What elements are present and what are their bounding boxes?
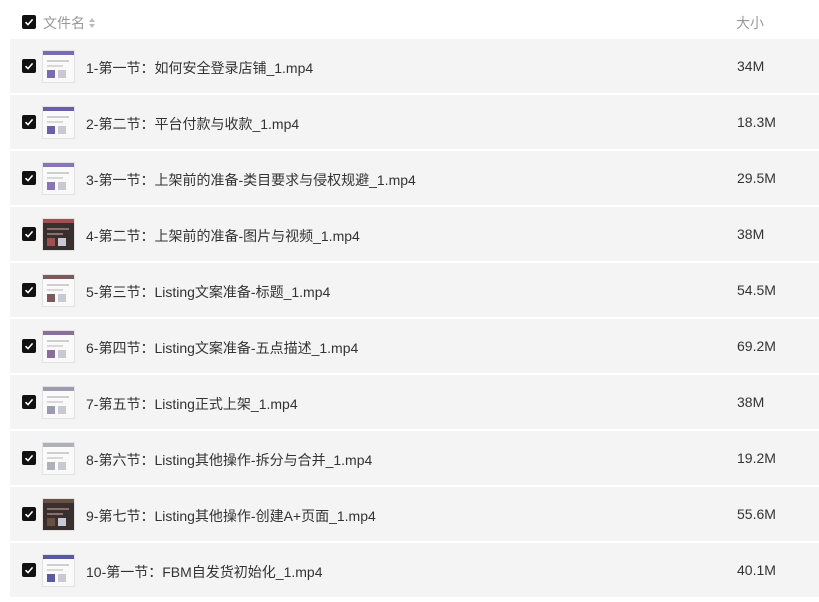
check-icon xyxy=(24,18,34,26)
file-row[interactable]: 8-第六节：Listing其他操作-拆分与合并_1.mp4 19.2M xyxy=(10,431,819,485)
file-name[interactable]: 2-第二节：平台付款与收款_1.mp4 xyxy=(86,114,299,134)
video-thumbnail[interactable] xyxy=(42,554,75,587)
file-checkbox[interactable] xyxy=(22,227,36,241)
file-row[interactable]: 6-第四节：Listing文案准备-五点描述_1.mp4 69.2M xyxy=(10,319,819,373)
thumbnail-bar xyxy=(43,107,74,111)
file-size: 38M xyxy=(737,226,765,242)
thumbnail-bar xyxy=(43,275,74,279)
file-row[interactable]: 5-第三节：Listing文案准备-标题_1.mp4 54.5M xyxy=(10,263,819,317)
video-thumbnail[interactable] xyxy=(42,386,75,419)
video-thumbnail[interactable] xyxy=(42,498,75,531)
video-thumbnail[interactable] xyxy=(42,442,75,475)
thumbnail-bar xyxy=(43,219,74,223)
file-checkbox[interactable] xyxy=(22,395,36,409)
video-thumbnail[interactable] xyxy=(42,162,75,195)
file-row[interactable]: 3-第一节：上架前的准备-类目要求与侵权规避_1.mp4 29.5M xyxy=(10,151,819,205)
select-all-checkbox[interactable] xyxy=(22,15,36,29)
check-icon xyxy=(24,174,34,182)
video-thumbnail[interactable] xyxy=(42,218,75,251)
file-checkbox[interactable] xyxy=(22,563,36,577)
file-checkbox[interactable] xyxy=(22,59,36,73)
file-size: 29.5M xyxy=(737,170,776,186)
sort-icon[interactable] xyxy=(88,17,96,29)
file-checkbox[interactable] xyxy=(22,451,36,465)
check-icon xyxy=(24,566,34,574)
file-checkbox[interactable] xyxy=(22,115,36,129)
video-thumbnail[interactable] xyxy=(42,50,75,83)
file-checkbox[interactable] xyxy=(22,283,36,297)
thumbnail-bar xyxy=(43,443,74,447)
file-row[interactable]: 1-第一节：如何安全登录店铺_1.mp4 34M xyxy=(10,39,819,93)
check-icon xyxy=(24,118,34,126)
thumbnail-bar xyxy=(43,51,74,55)
file-row[interactable]: 7-第五节：Listing正式上架_1.mp4 38M xyxy=(10,375,819,429)
file-name[interactable]: 6-第四节：Listing文案准备-五点描述_1.mp4 xyxy=(86,338,358,358)
file-name[interactable]: 10-第一节：FBM自发货初始化_1.mp4 xyxy=(86,562,322,582)
column-name-label: 文件名 xyxy=(43,15,85,31)
check-icon xyxy=(24,286,34,294)
thumbnail-bar xyxy=(43,387,74,391)
check-icon xyxy=(24,454,34,462)
file-row[interactable]: 9-第七节：Listing其他操作-创建A+页面_1.mp4 55.6M xyxy=(10,487,819,541)
file-name[interactable]: 1-第一节：如何安全登录店铺_1.mp4 xyxy=(86,58,313,78)
file-size: 55.6M xyxy=(737,506,776,522)
file-name[interactable]: 9-第七节：Listing其他操作-创建A+页面_1.mp4 xyxy=(86,506,376,526)
file-size: 69.2M xyxy=(737,338,776,354)
file-name[interactable]: 3-第一节：上架前的准备-类目要求与侵权规避_1.mp4 xyxy=(86,170,416,190)
video-thumbnail[interactable] xyxy=(42,274,75,307)
file-name[interactable]: 8-第六节：Listing其他操作-拆分与合并_1.mp4 xyxy=(86,450,372,470)
thumbnail-bar xyxy=(43,555,74,559)
file-size: 38M xyxy=(737,394,765,410)
video-thumbnail[interactable] xyxy=(42,106,75,139)
video-thumbnail[interactable] xyxy=(42,330,75,363)
file-checkbox[interactable] xyxy=(22,507,36,521)
file-name[interactable]: 5-第三节：Listing文案准备-标题_1.mp4 xyxy=(86,282,330,302)
column-size-header[interactable]: 大小 xyxy=(736,13,764,33)
file-row[interactable]: 2-第二节：平台付款与收款_1.mp4 18.3M xyxy=(10,95,819,149)
file-row[interactable]: 10-第一节：FBM自发货初始化_1.mp4 40.1M xyxy=(10,543,819,597)
check-icon xyxy=(24,398,34,406)
file-size: 34M xyxy=(737,58,765,74)
check-icon xyxy=(24,230,34,238)
file-size: 19.2M xyxy=(737,450,776,466)
file-list-header: 文件名 大小 xyxy=(0,0,819,44)
file-size: 54.5M xyxy=(737,282,776,298)
file-checkbox[interactable] xyxy=(22,339,36,353)
file-row[interactable]: 4-第二节：上架前的准备-图片与视频_1.mp4 38M xyxy=(10,207,819,261)
column-name-header[interactable]: 文件名 xyxy=(43,13,96,33)
file-list: 1-第一节：如何安全登录店铺_1.mp4 34M 2-第二节：平台付款与收款_1.m… xyxy=(10,39,819,599)
file-name[interactable]: 4-第二节：上架前的准备-图片与视频_1.mp4 xyxy=(86,226,360,246)
thumbnail-bar xyxy=(43,499,74,503)
thumbnail-bar xyxy=(43,163,74,167)
check-icon xyxy=(24,62,34,70)
check-icon xyxy=(24,510,34,518)
thumbnail-bar xyxy=(43,331,74,335)
file-checkbox[interactable] xyxy=(22,171,36,185)
file-size: 40.1M xyxy=(737,562,776,578)
file-size: 18.3M xyxy=(737,114,776,130)
check-icon xyxy=(24,342,34,350)
file-name[interactable]: 7-第五节：Listing正式上架_1.mp4 xyxy=(86,394,298,414)
